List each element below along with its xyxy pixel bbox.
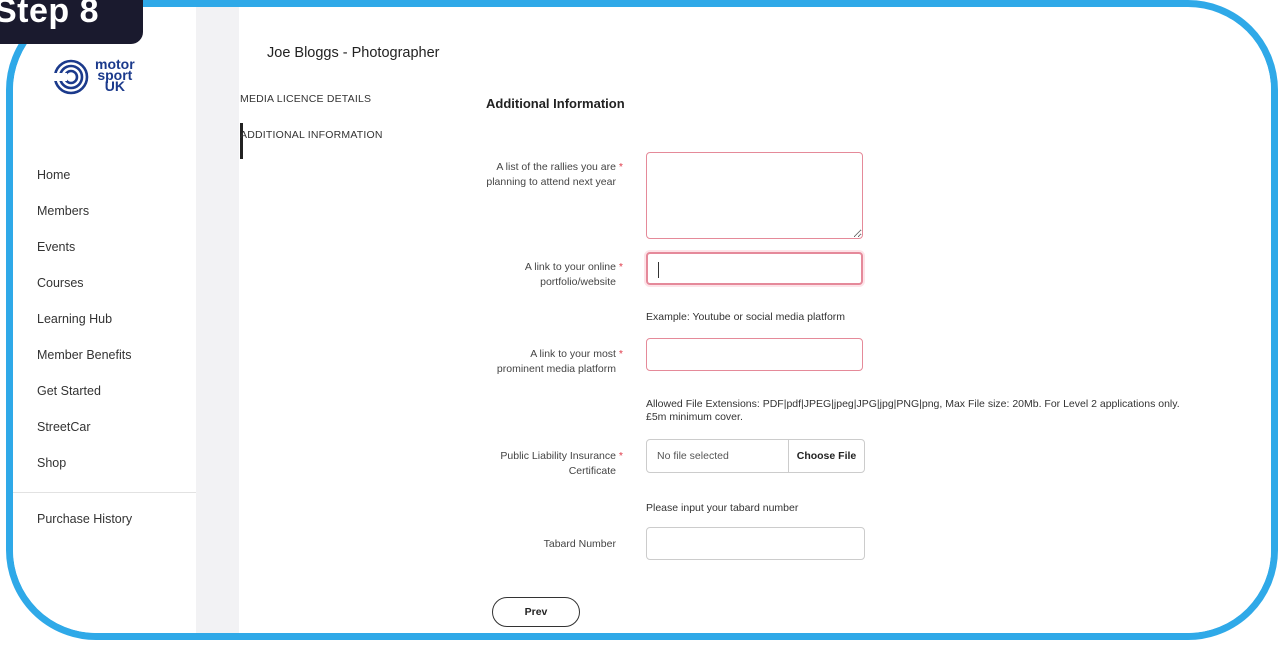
choose-file-button[interactable]: Choose File: [788, 440, 864, 472]
tab-additional-information[interactable]: ADDITIONAL INFORMATION: [240, 129, 383, 141]
sidebar: motor sport UK Home Members Events Cours…: [13, 7, 196, 633]
brand-logo[interactable]: motor sport UK: [53, 57, 135, 95]
portfolio-help-text: Example: Youtube or social media platfor…: [646, 311, 846, 323]
rallies-textarea[interactable]: [646, 152, 863, 239]
media-label: A link to your most * prominent media pl…: [453, 347, 623, 377]
step-badge: Step 8: [0, 0, 143, 44]
logo-swirl-icon: [53, 59, 89, 95]
insurance-label-line: Certificate: [568, 465, 616, 477]
nav-item-purchase-history[interactable]: Purchase History: [37, 512, 132, 526]
nav-item-learning-hub[interactable]: Learning Hub: [37, 301, 207, 337]
nav-item-courses[interactable]: Courses: [37, 265, 207, 301]
portfolio-label: A link to your online * portfolio/websit…: [453, 260, 623, 290]
required-asterisk: *: [618, 348, 623, 360]
required-asterisk: *: [618, 161, 623, 173]
file-name-display: No file selected: [657, 450, 729, 462]
required-asterisk: *: [618, 450, 623, 462]
nav-item-home[interactable]: Home: [37, 157, 207, 193]
section-title: Additional Information: [486, 96, 625, 111]
required-asterisk: *: [618, 261, 623, 273]
rallies-label: A list of the rallies you are * planning…: [453, 160, 623, 190]
tab-media-licence-details[interactable]: MEDIA LICENCE DETAILS: [240, 93, 371, 105]
insurance-label-line: Public Liability Insurance: [500, 450, 616, 462]
insurance-label: Public Liability Insurance * Certificate…: [453, 449, 623, 479]
nav-item-shop[interactable]: Shop: [37, 445, 207, 481]
media-label-line: A link to your most: [530, 348, 616, 360]
text-caret: [658, 262, 659, 278]
prev-button[interactable]: Prev: [492, 597, 580, 627]
rallies-label-line: A list of the rallies you are: [496, 161, 616, 173]
tabard-help-text: Please input your tabard number: [646, 502, 799, 514]
nav-item-streetcar[interactable]: StreetCar: [37, 409, 207, 445]
portfolio-label-line: portfolio/website: [540, 276, 616, 288]
tabard-label-text: Tabard Number: [543, 538, 616, 550]
nav-item-events[interactable]: Events: [37, 229, 207, 265]
nav-item-get-started[interactable]: Get Started: [37, 373, 207, 409]
portfolio-label-line: A link to your online: [524, 261, 616, 273]
nav-item-member-benefits[interactable]: Member Benefits: [37, 337, 207, 373]
media-platform-input[interactable]: [646, 338, 863, 371]
nav-item-members[interactable]: Members: [37, 193, 207, 229]
portfolio-input[interactable]: [646, 252, 863, 285]
tabard-label: Tabard Number *: [453, 537, 623, 552]
nav-divider: [13, 492, 196, 493]
app-window: motor sport UK Home Members Events Cours…: [6, 0, 1278, 640]
brand-name: motor sport UK: [95, 57, 135, 93]
content-gutter: [196, 7, 239, 633]
tabard-number-input[interactable]: [646, 527, 865, 560]
media-label-line: prominent media platform: [496, 363, 616, 375]
main-nav: Home Members Events Courses Learning Hub…: [37, 157, 207, 481]
insurance-file-input[interactable]: No file selected Choose File: [646, 439, 865, 473]
page-title: Joe Bloggs - Photographer: [267, 45, 440, 61]
step-label: Step 8: [0, 0, 100, 30]
rallies-label-line: planning to attend next year: [486, 176, 616, 188]
file-extensions-help: Allowed File Extensions: PDF|pdf|JPEG|jp…: [646, 398, 1180, 423]
